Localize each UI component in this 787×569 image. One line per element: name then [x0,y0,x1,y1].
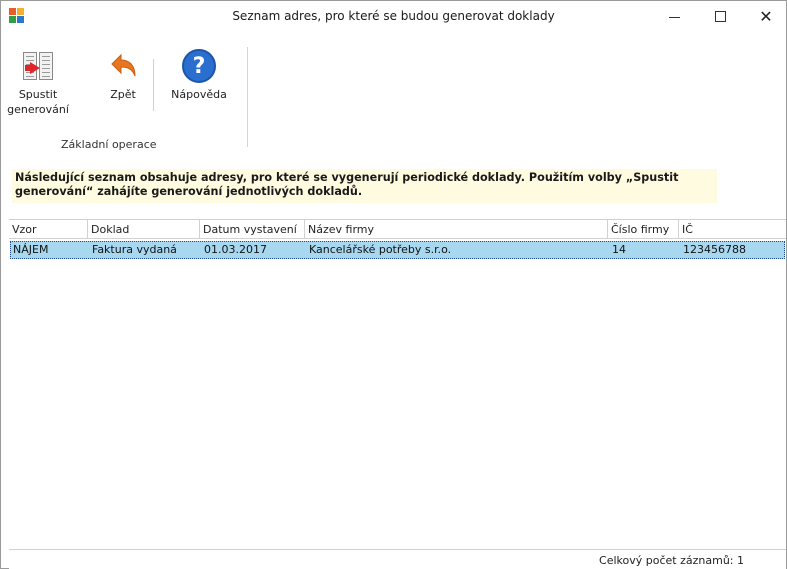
zpet-label: Zpět [110,88,136,101]
napoveda-button[interactable]: ? Nápověda [169,49,229,102]
column-header-datum-vystaveni[interactable]: Datum vystavení [200,220,305,239]
cell-datum: 01.03.2017 [204,243,267,256]
column-header-cislo-firmy[interactable]: Číslo firmy [608,220,679,239]
column-header-vzor[interactable]: Vzor [9,220,88,239]
ribbon: Spustit generování Zpět ? Nápověda Zákla… [1,41,786,154]
column-header-nazev-firmy[interactable]: Název firmy [305,220,608,239]
spustit-generovani-button[interactable]: Spustit generování [7,49,69,117]
info-message: Následující seznam obsahuje adresy, pro … [12,169,717,203]
group-label: Základní operace [61,138,157,151]
column-header-doklad[interactable]: Doklad [88,220,200,239]
grid-header: Vzor Doklad Datum vystavení Název firmy … [9,220,786,239]
group-separator [247,47,248,147]
close-icon: ✕ [759,6,773,26]
column-header-ic[interactable]: IČ [679,220,786,239]
button-separator [153,59,154,111]
minimize-icon [668,16,680,18]
address-grid: Vzor Doklad Datum vystavení Název firmy … [9,219,786,549]
title-bar: Seznam adres, pro které se budou generov… [1,1,786,31]
maximize-icon [714,10,726,22]
napoveda-label: Nápověda [171,88,227,101]
cell-cislo-firmy: 14 [612,243,626,256]
back-arrow-icon [106,49,140,83]
generate-documents-icon [21,49,55,83]
table-row[interactable]: NÁJEM Faktura vydaná 01.03.2017 Kancelář… [10,241,785,259]
minimize-button[interactable] [651,1,697,31]
cell-nazev-firmy: Kancelářské potřeby s.r.o. [309,243,452,256]
help-icon: ? [182,49,216,83]
spustit-generovani-label: Spustit generování [7,88,69,116]
window: Seznam adres, pro které se budou generov… [0,0,787,569]
cell-vzor: NÁJEM [13,243,49,256]
status-bar: Celkový počet záznamů: 1 [9,549,786,569]
info-text: Následující seznam obsahuje adresy, pro … [15,171,679,198]
cell-doklad: Faktura vydaná [92,243,177,256]
close-button[interactable]: ✕ [743,1,787,31]
record-count: Celkový počet záznamů: 1 [599,554,744,567]
cell-ic: 123456788 [683,243,746,256]
maximize-button[interactable] [697,1,743,31]
zpet-button[interactable]: Zpět [103,49,143,102]
